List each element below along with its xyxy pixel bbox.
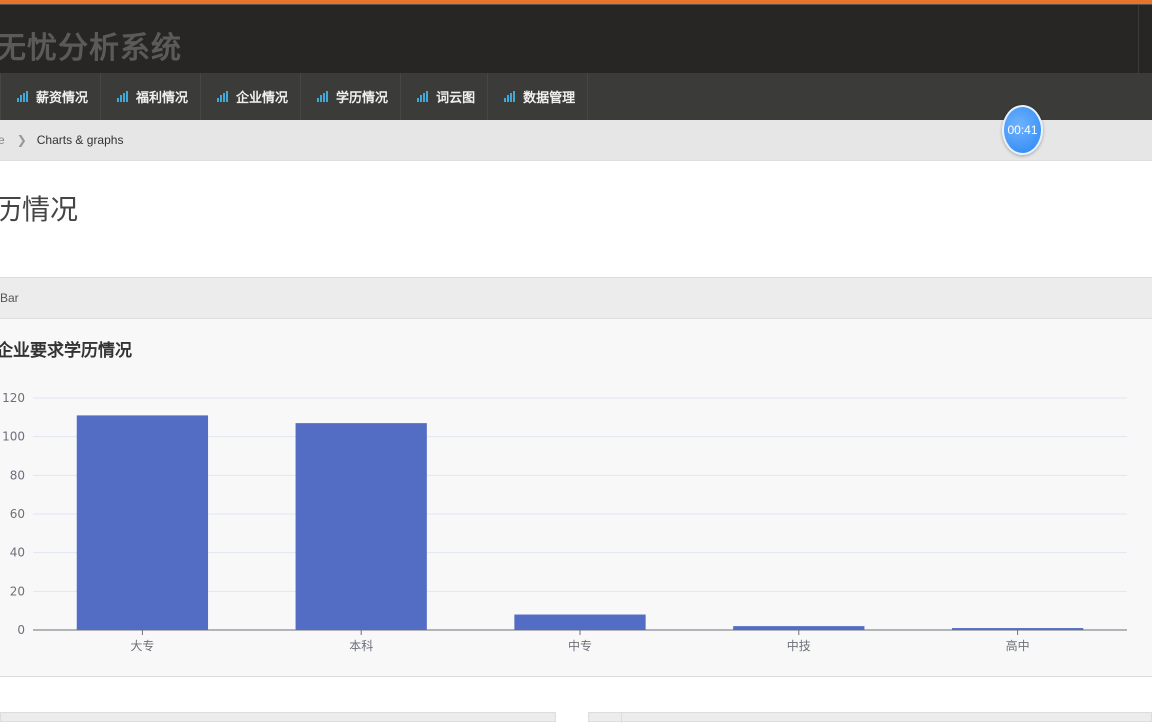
timer-badge[interactable]: 00:41 <box>1002 105 1043 155</box>
panel-heading-label: Bar <box>0 291 19 305</box>
bar-chart: 0 20 40 60 80 100 120 大专 本科 中专 中技 高中 <box>2 391 1127 653</box>
x-tick-label: 中专 <box>568 638 592 653</box>
bar <box>295 423 427 630</box>
header-right-control[interactable] <box>1138 5 1152 73</box>
y-tick-label: 20 <box>10 584 25 598</box>
breadcrumb: e ❯ Charts & graphs <box>0 120 1152 161</box>
bar-chart-icon <box>117 91 129 102</box>
nav-label: 福利情况 <box>136 90 189 105</box>
y-tick-label: 40 <box>10 546 25 560</box>
app-title: 无忧分析系统 <box>0 32 182 65</box>
nav-item-wordcloud[interactable]: 词云图 <box>401 73 489 120</box>
nav-item-education[interactable]: 学历情况 <box>301 73 402 120</box>
bar <box>514 614 646 630</box>
y-tick-label: 100 <box>2 430 25 444</box>
nav-label: 企业情况 <box>236 90 289 105</box>
y-tick-label: 80 <box>10 468 25 482</box>
nav-item-company[interactable]: 企业情况 <box>201 73 302 120</box>
breadcrumb-home[interactable]: e <box>0 133 5 147</box>
nav-item-benefits[interactable]: 福利情况 <box>101 73 202 120</box>
bar <box>733 626 865 630</box>
bottom-panel-right <box>588 712 1152 723</box>
bar-chart-icon <box>504 91 516 102</box>
x-tick-label: 大专 <box>130 638 154 653</box>
nav-item-data-management[interactable]: 数据管理 <box>488 73 589 120</box>
nav-label: 学历情况 <box>336 90 389 105</box>
bar-chart-icon <box>417 91 429 102</box>
x-tick-label: 中技 <box>787 638 811 653</box>
nav-label: 数据管理 <box>523 90 576 105</box>
bar-chart-icon <box>317 91 329 102</box>
chart-title: 企业要求学历情况 <box>0 341 132 360</box>
x-tick-label: 高中 <box>1006 638 1030 653</box>
main-nav: 薪资情况 福利情况 企业情况 学历情况 词云图 数据管理 <box>0 73 1152 120</box>
bar-chart-icon <box>217 91 229 102</box>
page-title: 历情况 <box>0 194 79 225</box>
chevron-right-icon: ❯ <box>16 133 27 147</box>
nav-item-salary[interactable]: 薪资情况 <box>0 73 102 120</box>
bar <box>76 415 209 630</box>
breadcrumb-current: Charts & graphs <box>36 133 124 147</box>
y-tick-label: 60 <box>10 507 25 521</box>
header: 无忧分析系统 <box>0 5 1152 73</box>
y-tick-label: 0 <box>17 623 25 637</box>
bottom-panel-left <box>0 712 556 722</box>
nav-label: 词云图 <box>436 90 476 105</box>
panel-heading: Bar <box>0 277 1152 319</box>
y-tick-label: 120 <box>2 391 25 405</box>
x-tick-label: 本科 <box>349 639 373 653</box>
nav-label: 薪资情况 <box>36 90 89 105</box>
bar-chart-icon <box>17 91 28 102</box>
